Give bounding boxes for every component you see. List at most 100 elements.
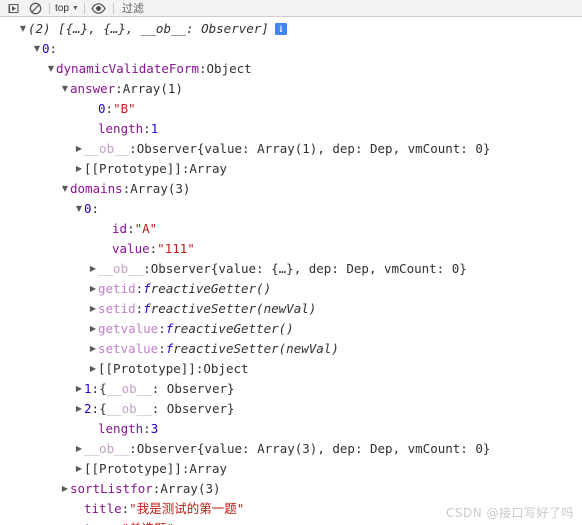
token: Array(3) xyxy=(130,181,191,196)
domains-length-row[interactable]: ▶length: 3 xyxy=(0,419,582,439)
disclosure-spacer-icon: ▶ xyxy=(74,519,84,525)
token: [[Prototype]] xyxy=(84,461,182,476)
token: id xyxy=(120,301,136,316)
token: : xyxy=(152,481,161,496)
token: : xyxy=(91,381,100,396)
disclosure-triangle-open-icon[interactable]: ▼ xyxy=(32,39,42,59)
token: "A" xyxy=(134,221,158,236)
disclosure-triangle-closed-icon[interactable]: ▶ xyxy=(74,399,84,419)
toolbar-divider-1 xyxy=(49,2,50,14)
token: 0 xyxy=(98,101,106,116)
domains-0-get-value-row[interactable]: ▶ get value: f reactiveGetter() xyxy=(0,319,582,339)
answer-prototype-row[interactable]: ▶ [[Prototype]]: Array xyxy=(0,159,582,179)
token: Object xyxy=(203,361,249,376)
token: 3 xyxy=(150,421,159,436)
answer-row[interactable]: ▼ answer: Array(1) xyxy=(0,79,582,99)
token: [[Prototype]] xyxy=(84,161,182,176)
domains-ob-row[interactable]: ▶ __ob__: Observer {value: Array(3), dep:… xyxy=(0,439,582,459)
disclosure-triangle-closed-icon[interactable]: ▶ xyxy=(74,459,84,479)
token: Object xyxy=(206,61,252,76)
token: : xyxy=(115,81,123,96)
domains-0-prototype-row[interactable]: ▶ [[Prototype]]: Object xyxy=(0,359,582,379)
disclosure-triangle-closed-icon[interactable]: ▶ xyxy=(88,279,98,299)
domains-0-set-id-row[interactable]: ▶ set id: f reactiveSetter(newVal) xyxy=(0,299,582,319)
answer-0-row[interactable]: ▶0: "B" xyxy=(0,99,582,119)
token: Array(1) xyxy=(122,81,183,96)
token: Array(3) xyxy=(160,481,221,496)
disclosure-triangle-open-icon[interactable]: ▼ xyxy=(60,179,70,199)
disclosure-triangle-closed-icon[interactable]: ▶ xyxy=(74,159,84,179)
domains-0-ob-row[interactable]: ▶ __ob__: Observer {value: {…}, dep: Dep,… xyxy=(0,259,582,279)
domains-prototype-row[interactable]: ▶ [[Prototype]]: Array xyxy=(0,459,582,479)
disclosure-triangle-closed-icon[interactable]: ▶ xyxy=(74,139,84,159)
token: : xyxy=(135,281,144,296)
disclosure-triangle-open-icon[interactable]: ▼ xyxy=(46,59,56,79)
answer-ob-row[interactable]: ▶ __ob__: Observer {value: Array(1), dep:… xyxy=(0,139,582,159)
token: get xyxy=(98,321,121,336)
token: 0 xyxy=(84,201,92,216)
token: "单选题" xyxy=(122,519,175,525)
domains-2-row[interactable]: ▶ 2: {__ob__: Observer} xyxy=(0,399,582,419)
disclosure-triangle-closed-icon[interactable]: ▶ xyxy=(88,339,98,359)
disclosure-triangle-closed-icon[interactable]: ▶ xyxy=(88,319,98,339)
index-0-row[interactable]: ▼ 0: xyxy=(0,39,582,59)
domains-1-row[interactable]: ▶ 1: {__ob__: Observer} xyxy=(0,379,582,399)
token: __ob__ xyxy=(98,261,144,276)
token: : xyxy=(105,101,114,116)
filter-input[interactable]: 过滤 xyxy=(117,0,580,16)
toolbar-divider-3 xyxy=(112,2,114,14)
token: {value: Array(3), dep: Dep, vmCount: 0} xyxy=(196,441,491,456)
pause-resume-icon[interactable] xyxy=(2,1,24,16)
disclosure-triangle-open-icon[interactable]: ▼ xyxy=(74,199,84,219)
eye-icon[interactable] xyxy=(88,1,110,16)
token: __ob__ xyxy=(106,401,152,416)
domains-0-id-row[interactable]: ▶id: "A" xyxy=(0,219,582,239)
token: { xyxy=(99,381,107,396)
sortlistfor-row[interactable]: ▶ sortListfor: Array(3) xyxy=(0,479,582,499)
token: "B" xyxy=(113,101,136,116)
domains-0-get-id-row[interactable]: ▶ get id: f reactiveGetter() xyxy=(0,279,582,299)
console-output: ▼ (2) [{…}, {…}, __ob__: Observer] i ▼ 0: ▼ dy… xyxy=(0,17,582,525)
execution-context-selector[interactable]: top ▼ xyxy=(53,1,81,15)
token: : Observer} xyxy=(151,381,235,396)
object-tree: ▼ (2) [{…}, {…}, __ob__: Observer] i ▼ 0: ▼ dy… xyxy=(0,19,582,525)
disclosure-triangle-closed-icon[interactable]: ▶ xyxy=(88,299,98,319)
disclosure-triangle-closed-icon[interactable]: ▶ xyxy=(60,479,70,499)
disclosure-triangle-closed-icon[interactable]: ▶ xyxy=(88,359,98,379)
disclosure-triangle-closed-icon[interactable]: ▶ xyxy=(74,439,84,459)
token: set xyxy=(98,341,121,356)
domains-0-set-value-row[interactable]: ▶ set value: f reactiveSetter(newVal) xyxy=(0,339,582,359)
token: : xyxy=(143,261,151,276)
token: : xyxy=(129,441,137,456)
token: __ob__ xyxy=(84,141,130,156)
console-toolbar: top ▼ 过滤 xyxy=(0,0,582,17)
token: __ob__ xyxy=(106,381,152,396)
token: : xyxy=(121,501,130,516)
clear-console-icon[interactable] xyxy=(24,1,46,16)
disclosure-triangle-open-icon[interactable]: ▼ xyxy=(60,79,70,99)
disclosure-triangle-closed-icon[interactable]: ▶ xyxy=(74,379,84,399)
disclosure-triangle-open-icon[interactable]: ▼ xyxy=(18,19,28,39)
token: f xyxy=(165,321,174,336)
answer-length-row[interactable]: ▶length: 1 xyxy=(0,119,582,139)
token: : xyxy=(91,201,100,216)
domains-0-value-row[interactable]: ▶value: "111" xyxy=(0,239,582,259)
token: value xyxy=(112,241,150,256)
token: : xyxy=(135,301,144,316)
token: "我是测试的第一题" xyxy=(129,501,245,516)
token: : xyxy=(181,461,190,476)
token: : xyxy=(114,519,122,525)
token: dynamicValidateForm xyxy=(56,61,199,76)
disclosure-triangle-closed-icon[interactable]: ▶ xyxy=(88,259,98,279)
token: : Observer} xyxy=(151,401,235,416)
token: Observer xyxy=(136,141,197,156)
domains-row[interactable]: ▼ domains: Array(3) xyxy=(0,179,582,199)
token: [[Prototype]] xyxy=(98,361,196,376)
token: reactiveGetter() xyxy=(150,281,272,296)
info-badge[interactable]: i xyxy=(274,23,287,35)
array-root-row[interactable]: ▼ (2) [{…}, {…}, __ob__: Observer] i xyxy=(0,19,582,39)
token: {value: Array(1), dep: Dep, vmCount: 0} xyxy=(196,141,491,156)
domains-0-row[interactable]: ▼ 0: xyxy=(0,199,582,219)
token: : xyxy=(129,141,137,156)
dynamic-validate-form-row[interactable]: ▼ dynamicValidateForm: Object xyxy=(0,59,582,79)
